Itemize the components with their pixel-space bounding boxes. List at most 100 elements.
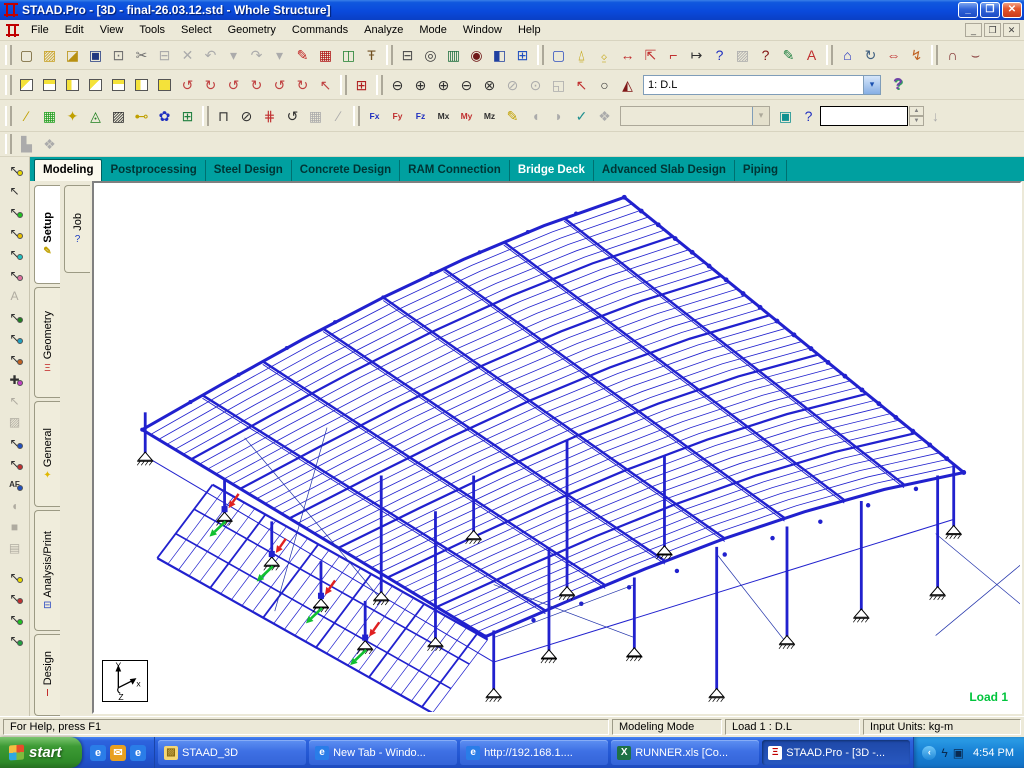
plates-cursor-button[interactable]: ↖ (3, 201, 27, 222)
zoom-extents-button[interactable]: ⊕ (409, 74, 432, 96)
display-node-numbers-button[interactable]: ⍚ (593, 44, 616, 66)
sidebar-tab-setup[interactable]: Setup✎ (34, 185, 60, 284)
joint-cursor-button[interactable]: ↖ (3, 327, 27, 348)
report-setup-button[interactable]: ▥ (442, 44, 465, 66)
nodes-cursor-button[interactable]: ↖ (3, 159, 27, 180)
sidebar-tab-design[interactable]: DesignI (34, 634, 60, 716)
quicklaunch-internet-explorer-icon[interactable]: e (90, 745, 106, 761)
view-side-cube-button[interactable] (84, 74, 107, 96)
copy-button[interactable]: ⊡ (107, 44, 130, 66)
shrink-view-button[interactable]: ⊞ (350, 74, 373, 96)
rotate-cursor-button[interactable]: ↖ (314, 74, 337, 96)
dynamic-zoom-button[interactable]: ↯ (905, 44, 928, 66)
new-view-window-button[interactable]: ▢ (547, 44, 570, 66)
menu-select[interactable]: Select (173, 22, 220, 38)
minimize-button[interactable]: _ (958, 2, 978, 18)
start-button[interactable]: start (0, 737, 82, 768)
quicklaunch-ie-shortcut-icon[interactable]: e (130, 745, 146, 761)
tray-power-icon[interactable]: ϟ (941, 746, 947, 760)
view-front-cube-button[interactable] (61, 74, 84, 96)
node-dimensions-button[interactable]: ↔ (616, 44, 639, 66)
view-iso-cube-button[interactable] (15, 74, 38, 96)
print-button[interactable]: ⊟ (396, 44, 419, 66)
load-my-button[interactable]: My (455, 105, 478, 127)
solids-cursor-button[interactable]: ↖ (3, 222, 27, 243)
command-value-input[interactable] (820, 106, 908, 126)
beams-cursor-button[interactable]: ↖ (3, 180, 27, 201)
menu-file[interactable]: File (23, 22, 57, 38)
surfaces-cursor-button[interactable]: ↖ (3, 243, 27, 264)
zoom-capture-button[interactable]: ⊖ (386, 74, 409, 96)
change-graph-button[interactable]: ◭ (616, 74, 639, 96)
snap-node-beam-button[interactable]: ∕ (15, 105, 38, 127)
pan-view-button[interactable]: ⇔ (882, 44, 905, 66)
display-settings-button[interactable]: ▣ (774, 105, 797, 127)
open-file-button[interactable]: ▨ (38, 44, 61, 66)
move-entities-button[interactable]: ⇱ (639, 44, 662, 66)
view-top-cube-button[interactable] (38, 74, 61, 96)
node-tool-button[interactable]: ⊓ (212, 105, 235, 127)
group-green-select-button[interactable]: ↖ (3, 629, 27, 650)
plate-tool-button[interactable]: ⋕ (258, 105, 281, 127)
save-button[interactable]: ▣ (84, 44, 107, 66)
help-pointer-button[interactable]: ? (754, 44, 777, 66)
hammer-tool-button[interactable]: Ŧ (360, 44, 383, 66)
load-case-combo-arrow-icon[interactable]: ▾ (863, 76, 880, 94)
take-picture-button[interactable]: ◉ (465, 44, 488, 66)
spin-right-button[interactable]: ↻ (291, 74, 314, 96)
open-model-button[interactable]: ◪ (61, 44, 84, 66)
spinner-up-icon[interactable]: ▲ (909, 106, 924, 116)
rotate-view-button[interactable]: ↻ (859, 44, 882, 66)
restore-button[interactable]: ❐ (980, 2, 1000, 18)
spin-left-button[interactable]: ↺ (268, 74, 291, 96)
tab-modeling[interactable]: Modeling (34, 159, 102, 181)
tab-bridge-deck[interactable]: Bridge Deck (510, 160, 594, 181)
input-editor-button[interactable]: ✎ (777, 44, 800, 66)
load-fx-button[interactable]: Fx (363, 105, 386, 127)
cut-button[interactable]: ✂ (130, 44, 153, 66)
mdi-minimize-button[interactable]: _ (965, 23, 982, 37)
tray-chevron-icon[interactable]: ‹ (922, 746, 936, 760)
taskbar-task-http-192-168-1[interactable]: ehttp://192.168.1.... (460, 740, 608, 765)
assign-view-button[interactable]: ✓ (570, 105, 593, 127)
load-case-combo[interactable]: 1: D.L▾ (643, 75, 881, 95)
translational-repeat-button[interactable]: ▦ (38, 105, 61, 127)
zoom-window-button[interactable]: ⊗ (478, 74, 501, 96)
view-back-cube-button[interactable] (107, 74, 130, 96)
pen-select-button[interactable]: ↖ (3, 587, 27, 608)
dimension-beams-button[interactable]: ⍙ (570, 44, 593, 66)
load-mz-button[interactable]: Mz (478, 105, 501, 127)
support-cursor-button[interactable]: ↖ (3, 306, 27, 327)
add-node-tool-button[interactable]: ✚ (3, 369, 27, 390)
menu-help[interactable]: Help (510, 22, 549, 38)
calculator-button[interactable]: ▦ (314, 44, 337, 66)
query-dialog-button[interactable]: ? (797, 105, 820, 127)
sidebar-tab-analysis-print[interactable]: Analysis/Print⊟ (34, 510, 60, 631)
print-current-view-button[interactable]: ⊞ (511, 44, 534, 66)
menu-analyze[interactable]: Analyze (356, 22, 411, 38)
tab-ram-connection[interactable]: RAM Connection (400, 160, 510, 181)
highlight-select-button[interactable]: ↖ (3, 566, 27, 587)
isometric-view-button[interactable]: ⌂ (836, 44, 859, 66)
beam-angle-tool-button[interactable]: ⊘ (235, 105, 258, 127)
menu-geometry[interactable]: Geometry (220, 22, 284, 38)
menu-tools[interactable]: Tools (131, 22, 173, 38)
rotate-up-button[interactable]: ↺ (176, 74, 199, 96)
tab-postprocessing[interactable]: Postprocessing (102, 160, 205, 181)
quicklaunch-outlook-express-icon[interactable]: ✉ (110, 745, 126, 761)
deflection-diagram-button[interactable]: ⌣ (964, 44, 987, 66)
tray-display-icon[interactable]: ▣ (953, 746, 964, 760)
pan-cursor-button[interactable]: ↖ (570, 74, 593, 96)
load-fy-button[interactable]: Fy (386, 105, 409, 127)
load-values-select-button[interactable]: ↖ (3, 453, 27, 474)
close-button[interactable]: ✕ (1002, 2, 1022, 18)
create-dome-button[interactable]: ✿ (153, 105, 176, 127)
taskbar-task-new-tab-windo[interactable]: eNew Tab - Windo... (309, 740, 457, 765)
taskbar-task-staad-pro-3d[interactable]: ΞSTAAD.Pro - [3D -... (762, 740, 910, 765)
rotate-left-button[interactable]: ↺ (222, 74, 245, 96)
load-mx-button[interactable]: Mx (432, 105, 455, 127)
mdi-restore-button[interactable]: ❐ (984, 23, 1001, 37)
mdi-close-button[interactable]: ✕ (1003, 23, 1020, 37)
structure-wizard-button[interactable]: ◫ (337, 44, 360, 66)
zoom-in-button[interactable]: ⊕ (432, 74, 455, 96)
